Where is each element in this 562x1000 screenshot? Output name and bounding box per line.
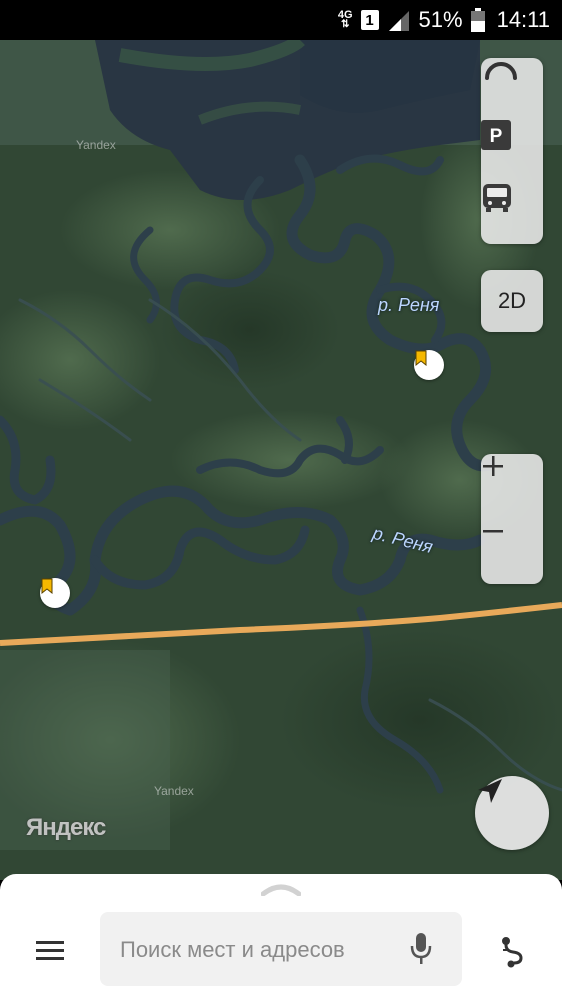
zoom-out-icon [483,530,503,533]
zoom-in-button[interactable] [481,454,543,519]
transport-button[interactable] [481,182,543,244]
parking-button[interactable]: P [481,120,543,182]
zoom-in-icon [483,456,503,476]
clock: 14:11 [496,7,550,32]
battery-icon [470,8,485,32]
zoom-control [481,454,543,584]
route-button[interactable] [497,936,527,968]
microphone-icon[interactable] [410,932,432,966]
yandex-logo: Яндекс [26,814,106,841]
map-view[interactable]: Yandex Yandex р. Реня р. Реня Яндекс P 2… [0,40,562,880]
loading-button[interactable] [481,58,543,120]
bottom-panel: Поиск мест и адресов [0,874,562,1000]
zoom-out-button[interactable] [481,519,543,584]
map-watermark: Yandex [154,784,194,798]
status-bar: 4G ⇅ 1 51% 14:11 [0,0,562,40]
signal-icon [388,11,409,31]
my-location-button[interactable] [475,776,549,850]
menu-icon [36,941,64,960]
bookmark-icon [415,350,427,366]
bookmark-icon [41,578,53,594]
menu-button[interactable] [36,940,64,962]
satellite-imagery [0,40,562,880]
svg-text:P: P [490,126,503,147]
river-label: р. Реня [378,295,440,315]
view-mode-label: 2D [497,288,527,313]
search-input[interactable]: Поиск мест и адресов [100,912,462,986]
spinner-icon [485,62,517,80]
layers-control: P [481,58,543,244]
bus-icon [483,184,511,212]
sim-icon: 1 [360,10,379,30]
view-mode-button[interactable]: 2D [481,270,543,332]
map-watermark: Yandex [76,138,116,152]
network-indicator: 4G ⇅ [337,9,353,30]
chevron-up-icon[interactable] [261,882,301,896]
location-arrow-icon [478,779,502,803]
search-placeholder: Поиск мест и адресов [120,937,345,962]
bookmark-pin[interactable] [40,578,70,608]
route-icon [502,937,523,968]
battery-percent: 51% [418,7,463,32]
bookmark-pin[interactable] [414,350,444,380]
parking-icon: P [481,120,511,150]
